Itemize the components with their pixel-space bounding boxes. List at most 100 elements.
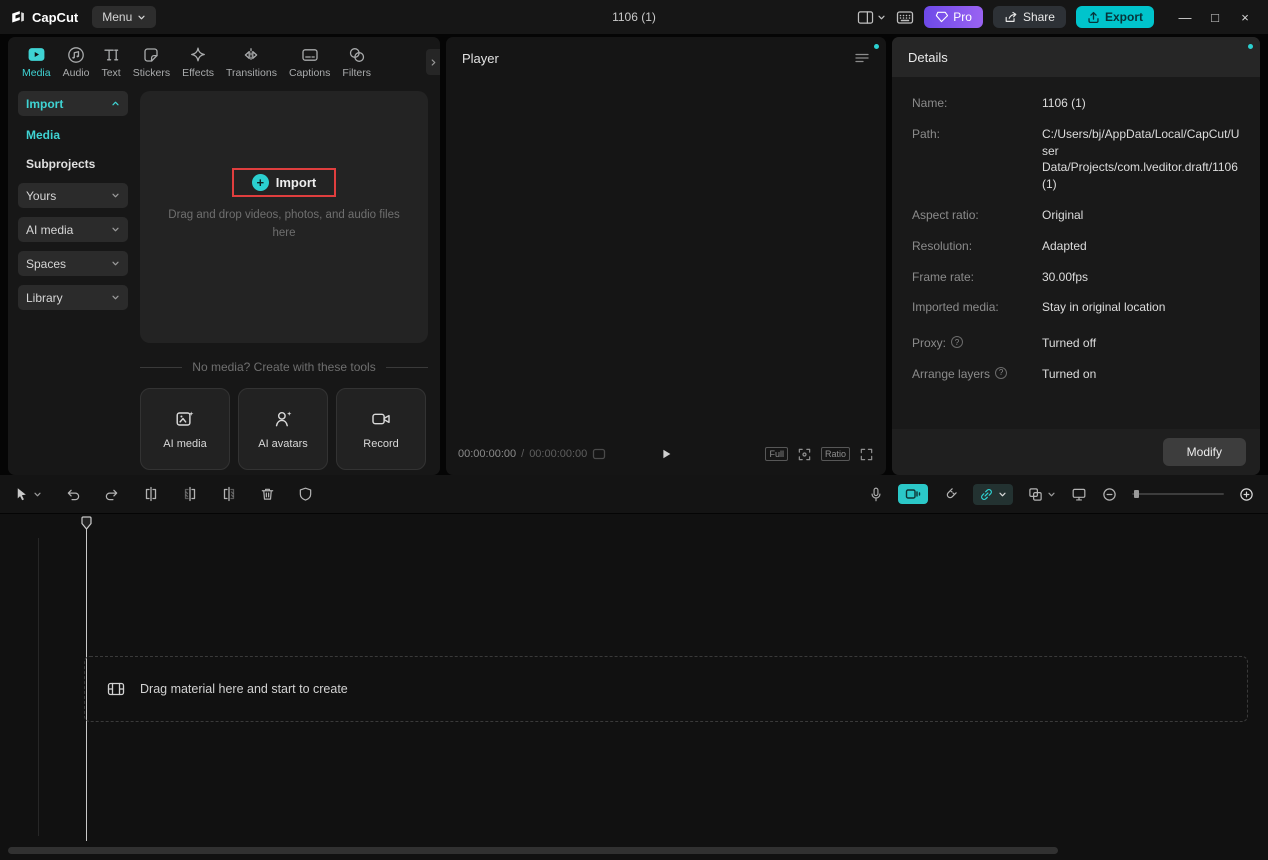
- ai-media-card[interactable]: AI media: [140, 388, 230, 470]
- horizontal-scrollbar[interactable]: [8, 847, 1058, 854]
- pro-button[interactable]: Pro: [924, 6, 983, 28]
- player-viewport: [446, 79, 886, 433]
- maximize-button[interactable]: □: [1200, 4, 1230, 30]
- tab-transitions[interactable]: Transitions: [220, 46, 283, 79]
- ratio-button[interactable]: Ratio: [820, 447, 850, 461]
- split-button[interactable]: [143, 486, 159, 502]
- minimize-button[interactable]: —: [1170, 4, 1200, 30]
- tab-stickers[interactable]: Stickers: [127, 46, 176, 79]
- ai-avatars-icon: [275, 410, 292, 426]
- delete-right-button[interactable]: [221, 486, 237, 502]
- timeline-zoom-slider[interactable]: [1132, 490, 1224, 498]
- delete-button[interactable]: [260, 486, 275, 502]
- delete-left-button[interactable]: [182, 486, 198, 502]
- player-title: Player: [462, 50, 499, 66]
- chevron-down-icon: [112, 261, 119, 266]
- magnetic-track-button[interactable]: [898, 484, 928, 504]
- undo-button[interactable]: [65, 487, 81, 502]
- overlap-frames-icon: [1029, 487, 1042, 501]
- sidebar-item-subprojects[interactable]: Subprojects: [18, 154, 128, 174]
- import-highlight-annotation: + Import: [231, 168, 337, 198]
- export-button[interactable]: Export: [1075, 6, 1154, 28]
- preview-axis-button[interactable]: [1071, 487, 1087, 502]
- media-sidebar: Import Media Subprojects Yours AI media …: [18, 91, 128, 475]
- focus-frame-button[interactable]: [797, 447, 812, 462]
- chevron-up-icon: [112, 101, 119, 106]
- player-header: Player: [446, 37, 886, 79]
- tabbar-expand-button[interactable]: [426, 49, 440, 75]
- timeline-empty-hint: Drag material here and start to create: [140, 682, 348, 696]
- zoom-in-button[interactable]: [1239, 487, 1254, 502]
- linkage-button[interactable]: [973, 483, 1013, 505]
- timeline[interactable]: Drag material here and start to create: [0, 514, 1268, 860]
- playhead[interactable]: [81, 516, 92, 841]
- info-icon[interactable]: ?: [951, 336, 964, 349]
- snapping-button[interactable]: [943, 487, 958, 502]
- duration-options-icon[interactable]: [592, 448, 606, 460]
- player-panel: Player 00:00:00:00 / 00:00:00:00 Full Ra: [446, 37, 886, 475]
- sidebar-item-spaces[interactable]: Spaces: [18, 251, 128, 276]
- transitions-icon: [245, 47, 258, 62]
- zoom-out-icon: [1103, 487, 1116, 501]
- tab-filters[interactable]: Filters: [336, 46, 377, 79]
- redo-button[interactable]: [104, 487, 120, 502]
- timecode-display: 00:00:00:00 / 00:00:00:00: [458, 448, 606, 460]
- ai-avatars-card[interactable]: AI avatars: [238, 388, 328, 470]
- field-value: 1106 (1): [1042, 96, 1086, 110]
- overlap-mode-button[interactable]: [1028, 487, 1056, 502]
- magnetic-track-icon: [905, 489, 921, 499]
- tab-text[interactable]: Text: [95, 46, 126, 79]
- voiceover-button[interactable]: [869, 486, 883, 503]
- field-label: Resolution:: [912, 238, 973, 253]
- export-icon: [1088, 11, 1099, 23]
- detail-row-imported-media: Imported media: Stay in original locatio…: [912, 299, 1240, 316]
- play-icon: [663, 449, 671, 459]
- timecode-separator: /: [521, 448, 525, 460]
- field-label: Proxy:: [912, 336, 947, 351]
- info-icon[interactable]: ?: [995, 366, 1008, 379]
- media-content: Import Media Subprojects Yours AI media …: [8, 85, 440, 475]
- record-card[interactable]: Record: [336, 388, 426, 470]
- detail-row-arrange-layers: Arrange layers ? Turned on: [912, 366, 1240, 383]
- sidebar-item-import[interactable]: Import: [18, 91, 128, 116]
- shortcuts-button[interactable]: [896, 10, 914, 25]
- modify-button[interactable]: Modify: [1162, 438, 1246, 466]
- panel-active-dot: [1248, 44, 1253, 49]
- import-button[interactable]: + Import: [246, 173, 322, 192]
- player-controls: 00:00:00:00 / 00:00:00:00 Full Ratio: [446, 433, 886, 475]
- share-button[interactable]: Share: [992, 6, 1066, 28]
- field-value: Stay in original location: [1042, 300, 1166, 315]
- close-button[interactable]: ×: [1230, 4, 1260, 30]
- delete-left-icon: [184, 486, 196, 502]
- player-menu-button[interactable]: [854, 51, 870, 65]
- layout-switch-button[interactable]: [857, 10, 886, 25]
- sticker-icon: [144, 47, 159, 62]
- full-quality-button[interactable]: Full: [765, 447, 788, 461]
- cursor-icon: [17, 488, 26, 501]
- select-tool-button[interactable]: [14, 486, 42, 502]
- capcut-logo: CapCut: [10, 9, 78, 25]
- timeline-toolbar-left: [14, 486, 313, 502]
- tab-audio[interactable]: Audio: [57, 46, 96, 79]
- play-button[interactable]: [659, 447, 673, 461]
- media-tabbar: Media Audio Text Stickers Effects Transi…: [8, 37, 440, 85]
- zoom-slider-handle[interactable]: [1134, 490, 1139, 498]
- sidebar-item-media[interactable]: Media: [18, 125, 128, 145]
- tab-effects[interactable]: Effects: [176, 46, 220, 79]
- sidebar-item-library[interactable]: Library: [18, 285, 128, 310]
- menu-button[interactable]: Menu: [92, 6, 157, 28]
- tab-media[interactable]: Media: [16, 45, 57, 79]
- sidebar-item-ai-media[interactable]: AI media: [18, 217, 128, 242]
- split-icon: [145, 486, 157, 502]
- mask-button[interactable]: [298, 486, 313, 502]
- record-icon: [372, 413, 390, 424]
- media-import-dropzone[interactable]: + Import Drag and drop videos, photos, a…: [140, 91, 428, 343]
- microphone-icon: [871, 487, 881, 501]
- chevron-down-icon: [138, 15, 145, 19]
- fullscreen-button[interactable]: [859, 447, 874, 462]
- zoom-out-button[interactable]: [1102, 487, 1117, 502]
- sidebar-item-yours[interactable]: Yours: [18, 183, 128, 208]
- timeline-dropzone[interactable]: Drag material here and start to create: [84, 656, 1248, 722]
- tab-captions[interactable]: Captions: [283, 46, 336, 79]
- capcut-logo-icon: [12, 11, 24, 23]
